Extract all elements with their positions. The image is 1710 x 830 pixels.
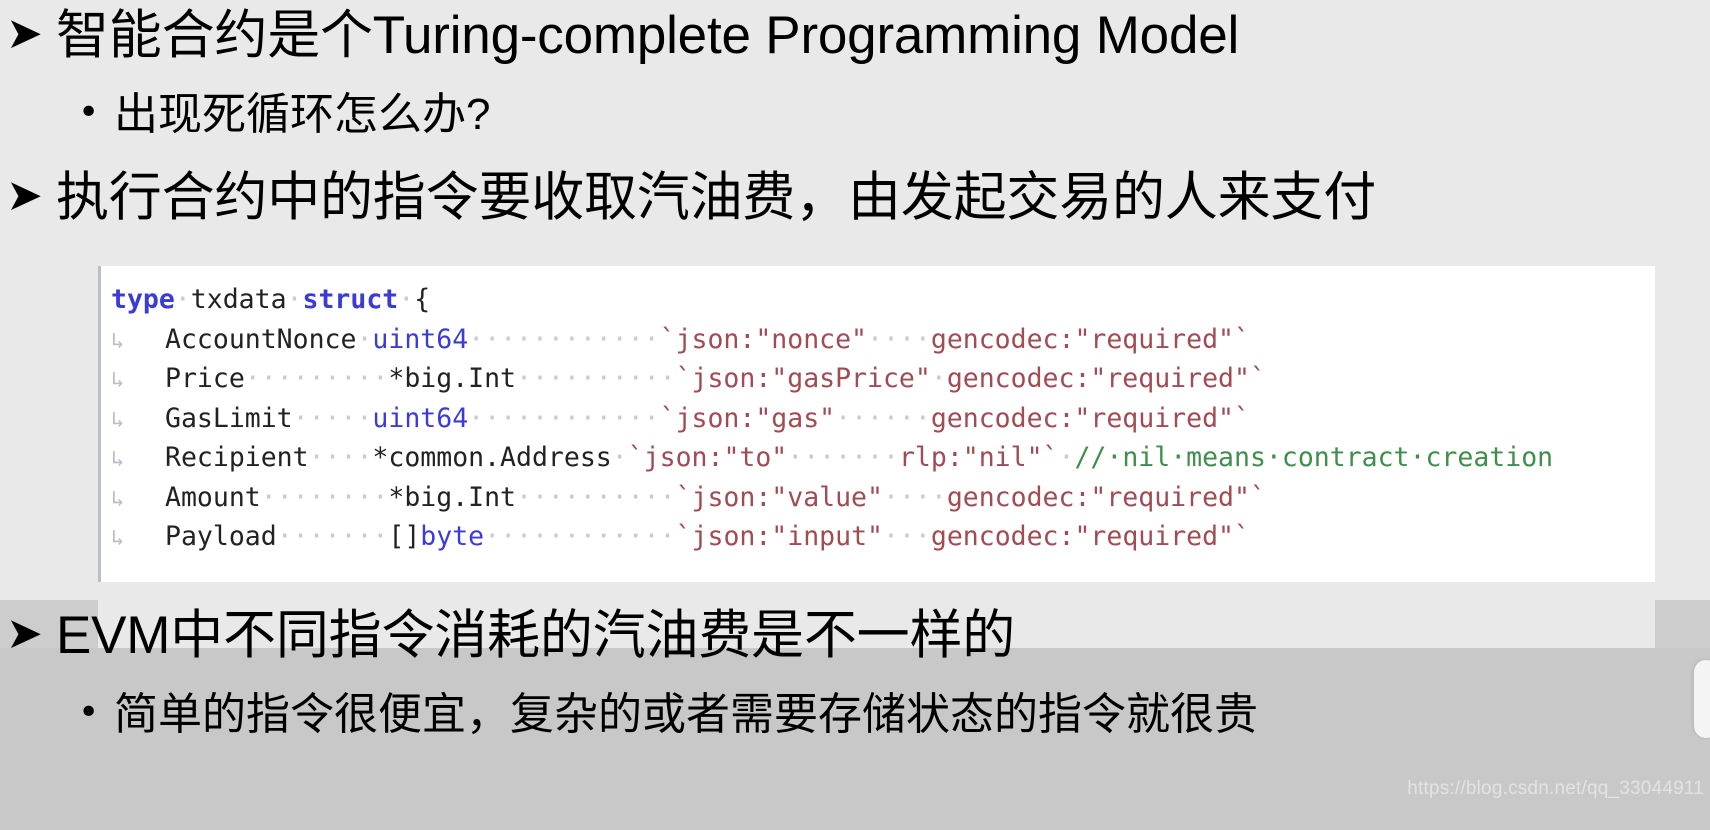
struct-tag-rest: gencodec:"required"` <box>946 481 1266 513</box>
dot-leader: ······· <box>276 521 389 552</box>
dot-leader: · <box>1058 442 1075 473</box>
dot-leader: ···· <box>867 323 931 355</box>
field-type: *common.Address <box>372 442 612 473</box>
struct-tag-rest: rlp:"nil"` <box>898 442 1059 473</box>
code-line-field: ↳ Payload·······[]byte············`json:"… <box>111 517 1655 557</box>
code-line-header: type·txdata·struct·{ <box>111 280 1655 320</box>
dot-bullet-icon: • <box>78 692 100 733</box>
open-brace: { <box>414 284 431 315</box>
field-type: uint64 <box>372 323 469 355</box>
dot-leader: · <box>398 284 415 315</box>
dot-leader: · <box>174 284 191 315</box>
bullet-text: 出现死循环怎么办? <box>114 90 491 139</box>
code-line-field: ↳ Recipient····*common.Address·`json:"to"… <box>111 438 1655 478</box>
field-name: Amount <box>165 481 261 513</box>
code-line-field: ↳ Price·········*big.Int··········`json:"… <box>111 359 1655 399</box>
dot-leader: ········ <box>260 481 389 513</box>
bullet-level1-evm-gas: ➤ EVM中不同指令消耗的汽油费是不一样的 <box>6 606 1016 665</box>
lower-background-band <box>0 648 1710 830</box>
dot-leader: ············ <box>484 521 676 552</box>
field-type: uint64 <box>372 402 469 434</box>
field-name: GasLimit <box>165 402 293 434</box>
indent-arrow-icon: ↳ <box>111 526 125 551</box>
indent-arrow-icon: ↳ <box>111 368 125 393</box>
indent-arrow-icon: ↳ <box>111 328 125 354</box>
bullet-level2-cheap-expensive: • 简单的指令很便宜，复杂的或者需要存储状态的指令就很贵 <box>78 690 1258 739</box>
field-name: Payload <box>165 521 277 552</box>
struct-tag-json: `json:"input" <box>675 521 883 552</box>
dot-leader: ········· <box>244 363 389 394</box>
bullet-text: 智能合约是个Turing-complete Programming Model <box>56 6 1240 65</box>
bullet-level1-gas-fee: ➤ 执行合约中的指令要收取汽油费，由发起交易的人来支付 <box>6 168 1376 227</box>
dot-leader: ············ <box>468 323 660 355</box>
dot-leader: · <box>286 284 303 315</box>
dot-leader: · <box>356 323 373 355</box>
bullet-text: 简单的指令很便宜，复杂的或者需要存储状态的指令就很贵 <box>114 690 1258 739</box>
type-prefix: [] <box>388 521 421 552</box>
bullet-level2-infinite-loop: • 出现死循环怎么办? <box>78 90 491 139</box>
field-type: byte <box>420 521 485 552</box>
keyword-struct: struct <box>302 284 399 315</box>
bullet-text: 执行合约中的指令要收取汽油费，由发起交易的人来支付 <box>56 168 1376 227</box>
indent-arrow-icon: ↳ <box>111 447 125 472</box>
arrow-bullet-icon: ➤ <box>6 8 43 59</box>
field-name: Price <box>165 363 245 394</box>
indent-arrow-icon: ↳ <box>111 407 125 433</box>
indent-arrow-icon: ↳ <box>111 486 125 512</box>
struct-tag-rest: gencodec:"required"` <box>930 521 1250 552</box>
field-type: *big.Int <box>388 481 517 513</box>
scrollbar-thumb[interactable] <box>1694 660 1710 738</box>
dot-leader: ············ <box>468 402 660 434</box>
dot-leader: ·········· <box>516 363 676 394</box>
slide-canvas: ➤ 智能合约是个Turing-complete Programming Mode… <box>0 0 1710 830</box>
dot-leader: ···· <box>308 442 373 473</box>
watermark-url: https://blog.csdn.net/qq_33044911 <box>1407 778 1704 799</box>
struct-name: txdata <box>190 284 287 315</box>
struct-tag-json: `json:"value" <box>675 481 883 513</box>
dot-leader: · <box>611 442 628 473</box>
dot-leader: ···· <box>882 481 947 513</box>
dot-leader: ····· <box>292 402 373 434</box>
bullet-text: EVM中不同指令消耗的汽油费是不一样的 <box>56 606 1016 665</box>
struct-tag-rest: gencodec:"required"` <box>930 402 1250 434</box>
code-content: type·txdata·struct·{↳ AccountNonce·uint64… <box>101 266 1655 557</box>
band-right-patch <box>1655 600 1710 648</box>
struct-tag-json: `json:"nonce" <box>659 323 868 355</box>
struct-tag-json: `json:"to" <box>627 442 788 473</box>
dot-bullet-icon: • <box>78 92 100 133</box>
keyword-type: type <box>111 284 175 315</box>
field-name: AccountNonce <box>165 323 357 355</box>
field-type: *big.Int <box>388 363 517 394</box>
dot-leader: ······· <box>787 442 899 473</box>
dot-leader: ··· <box>883 521 931 552</box>
dot-leader: · <box>930 363 947 394</box>
code-screenshot-card: type·txdata·struct·{↳ AccountNonce·uint64… <box>98 266 1655 582</box>
dot-leader: ·········· <box>516 481 676 513</box>
struct-tag-json: `json:"gasPrice" <box>675 363 931 394</box>
struct-tag-json: `json:"gas" <box>659 402 836 434</box>
code-line-field: ↳ GasLimit·····uint64············`json:"g… <box>111 399 1655 439</box>
code-line-field: ↳ Amount········*big.Int··········`json:"… <box>111 478 1655 518</box>
struct-tag-rest: gencodec:"required"` <box>946 363 1266 394</box>
field-name: Recipient <box>165 442 309 473</box>
dot-leader: ······ <box>835 402 931 434</box>
code-line-field: ↳ AccountNonce·uint64············`json:"n… <box>111 320 1655 360</box>
arrow-bullet-icon: ➤ <box>6 170 43 221</box>
code-comment: //·nil·means·contract·creation <box>1074 442 1554 473</box>
arrow-bullet-icon: ➤ <box>6 608 43 659</box>
struct-tag-rest: gencodec:"required"` <box>930 323 1250 355</box>
bullet-level1-smart-contract: ➤ 智能合约是个Turing-complete Programming Mode… <box>6 6 1240 65</box>
